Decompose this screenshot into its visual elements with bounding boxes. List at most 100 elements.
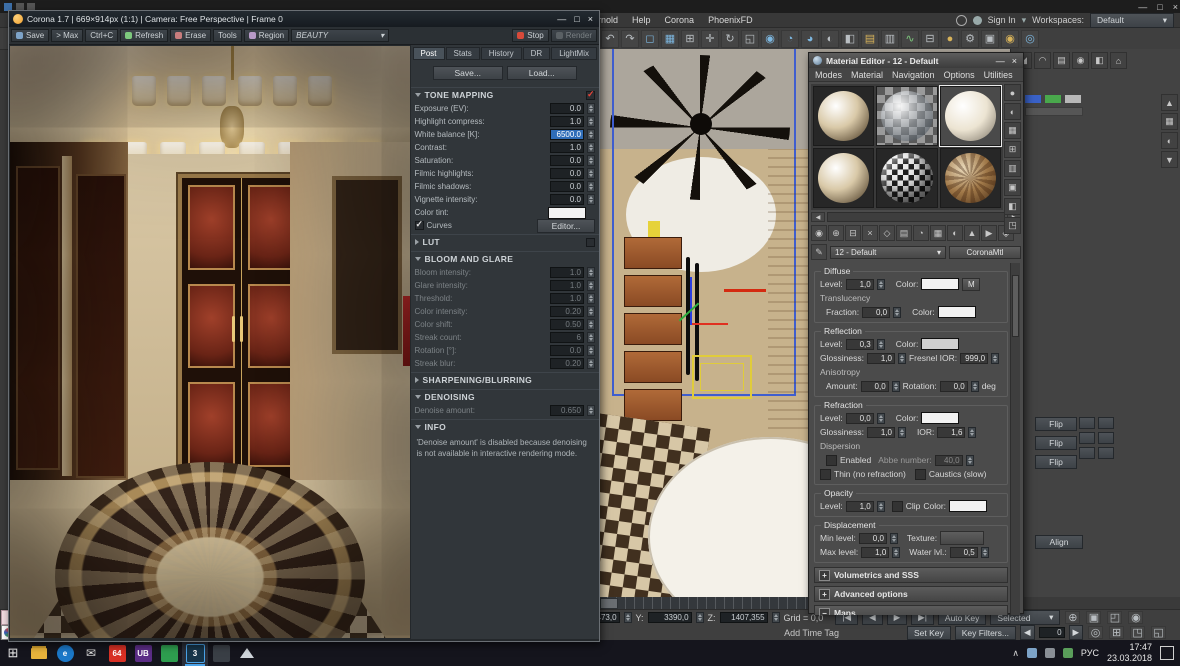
redo-icon[interactable]: ↷ [621,29,639,48]
select-object-icon[interactable]: ◻ [641,29,659,48]
taskbar-edge-icon[interactable]: e [52,640,78,666]
window-close-button[interactable]: × [1173,2,1178,12]
move-icon[interactable]: ✛ [701,29,719,48]
motion-tab-icon[interactable]: ◉ [1072,52,1089,69]
sample-slot-2[interactable] [876,86,938,146]
contrast-field[interactable]: 1.0 [550,142,584,153]
schematic-view-icon[interactable]: ⊟ [921,29,939,48]
sign-in-button[interactable]: Sign In [988,15,1016,25]
streak-blur-field[interactable]: 0.20 [550,358,584,369]
vfb-erase-button[interactable]: Erase [170,29,212,42]
door-plan-4[interactable] [624,351,682,383]
y-spinner[interactable] [695,612,704,623]
texture-button[interactable] [940,531,985,545]
opacity-color-swatch[interactable] [949,500,988,512]
fraction-spinner[interactable] [893,306,902,318]
language-indicator[interactable]: РУС [1081,648,1099,658]
door-plan-1[interactable] [624,237,682,269]
show-map-icon[interactable]: ▦ [930,225,946,241]
saturation-field[interactable]: 0.0 [550,155,584,166]
flip-x-button[interactable]: Flip [1035,417,1077,431]
translucency-color-swatch[interactable] [937,306,976,318]
vfb-region-button[interactable]: Region [243,29,290,42]
display-tab-icon[interactable]: ◧ [1091,52,1108,69]
maps-rollout[interactable]: − Maps [814,605,1008,615]
denoise-amount-field[interactable]: 0.650 [550,405,584,416]
color-tint-swatch[interactable] [548,206,586,219]
highlight-compress-field[interactable]: 1.0 [550,116,584,127]
hierarchy-tab-icon[interactable]: ▤ [1053,52,1070,69]
taskbar-purple-app-icon[interactable]: UB [130,640,156,666]
vfb-tab-lightmix[interactable]: LightMix [551,47,597,60]
vignette-intensity-field[interactable]: 0.0 [550,194,584,205]
volumetrics-rollout[interactable]: + Volumetrics and SSS [814,567,1008,583]
prev-frame-step[interactable]: ◀ [1019,625,1035,640]
curves-editor-button[interactable]: Editor... [537,218,595,233]
thin-checkbox[interactable] [820,468,831,480]
start-button[interactable]: ⊞ [0,640,26,666]
filmic-shadows-spinner[interactable] [587,181,595,192]
set-key-button[interactable]: Set Key [906,625,951,640]
sample-slot-5[interactable] [876,148,938,208]
filmic-highlights-spinner[interactable] [587,168,595,179]
workspaces-select[interactable]: Default ▾ [1090,12,1174,28]
reflection-color-swatch[interactable] [921,338,960,350]
vfb-tab-dr[interactable]: DR [522,47,551,60]
white-balance-field[interactable]: 6500.0 [550,129,584,140]
lut-checkbox[interactable] [586,237,595,247]
panel-scroll-icon-2[interactable]: ▦ [1161,113,1178,130]
vfb-stop-button[interactable]: Stop [512,29,549,42]
taskbar-dark-app-icon[interactable] [208,640,234,666]
taskbar-photos-icon[interactable] [234,640,260,666]
selection-rectangle[interactable] [692,355,752,399]
align-button[interactable]: Align [1035,535,1083,549]
material-editor-icon[interactable]: ● [941,29,959,48]
search-icon[interactable] [955,14,967,26]
get-material-icon[interactable]: ◉ [811,225,827,241]
saturation-spinner[interactable] [587,155,595,166]
section-tone-mapping[interactable]: TONE MAPPING [410,87,599,102]
current-frame-field[interactable]: 0 [1038,627,1065,638]
flip-z-button[interactable]: Flip [1035,455,1077,469]
section-denoising[interactable]: DENOISING [410,389,599,404]
panel-scroll-icon-4[interactable]: ▼ [1161,151,1178,168]
render-frame-icon[interactable]: ▣ [981,29,999,48]
color-shift-spinner[interactable] [587,319,595,330]
streak-count-spinner[interactable] [587,332,595,343]
orbit-view-icon[interactable]: ◉ [1128,611,1144,624]
bloom-intensity-field[interactable]: 1.0 [550,267,584,278]
snap-toggle-icon[interactable]: ◉ [761,29,779,48]
reflection-glossiness-field[interactable]: 1,0 [866,352,895,364]
tone-mapping-checkbox[interactable] [586,89,595,100]
vfb-to-max-button[interactable]: > Max [51,29,84,42]
section-sharpening[interactable]: SHARPENING/BLURRING [410,372,599,387]
reset-map-icon[interactable]: × [862,225,878,241]
sample-tiling-icon[interactable]: ⊞ [1004,141,1021,158]
video-color-check-icon[interactable]: ▥ [1004,160,1021,177]
rotation-spinner[interactable] [587,345,595,356]
menu-help[interactable]: Help [625,15,658,25]
material-type-button[interactable]: CoronaMtl [949,245,1021,259]
add-time-tag[interactable]: Add Time Tag [784,628,839,638]
taskbar-folder-icon[interactable] [26,640,52,666]
me-close-button[interactable]: × [1012,56,1017,66]
window-minimize-button[interactable]: — [1138,2,1147,12]
selection-region-icon[interactable]: ⊞ [681,29,699,48]
exposure-spinner[interactable] [587,103,595,114]
y-coordinate-field[interactable]: 3390,0 [647,612,692,623]
time-slider-thumb[interactable] [600,598,618,609]
layer-manager-icon[interactable]: ▤ [861,29,879,48]
vignette-intensity-spinner[interactable] [587,194,595,205]
streak-count-field[interactable]: 6 [550,332,584,343]
vfb-tab-stats[interactable]: Stats [445,47,480,60]
advanced-options-rollout[interactable]: + Advanced options [814,586,1008,602]
section-lut[interactable]: LUT [410,234,599,249]
zoom-extents-icon[interactable]: ⊕ [1065,611,1081,624]
color-chip-gray[interactable] [1065,95,1081,103]
undo-icon[interactable]: ↶ [601,29,619,48]
align-icon[interactable]: ◧ [841,29,859,48]
anisotropy-amount-spinner[interactable] [891,380,900,392]
vfb-titlebar[interactable]: Corona 1.7 | 669×914px (1:1) | Camera: F… [9,11,599,27]
axis-button-5[interactable] [1079,447,1095,459]
zoom-region-icon[interactable]: ▣ [1086,611,1102,624]
